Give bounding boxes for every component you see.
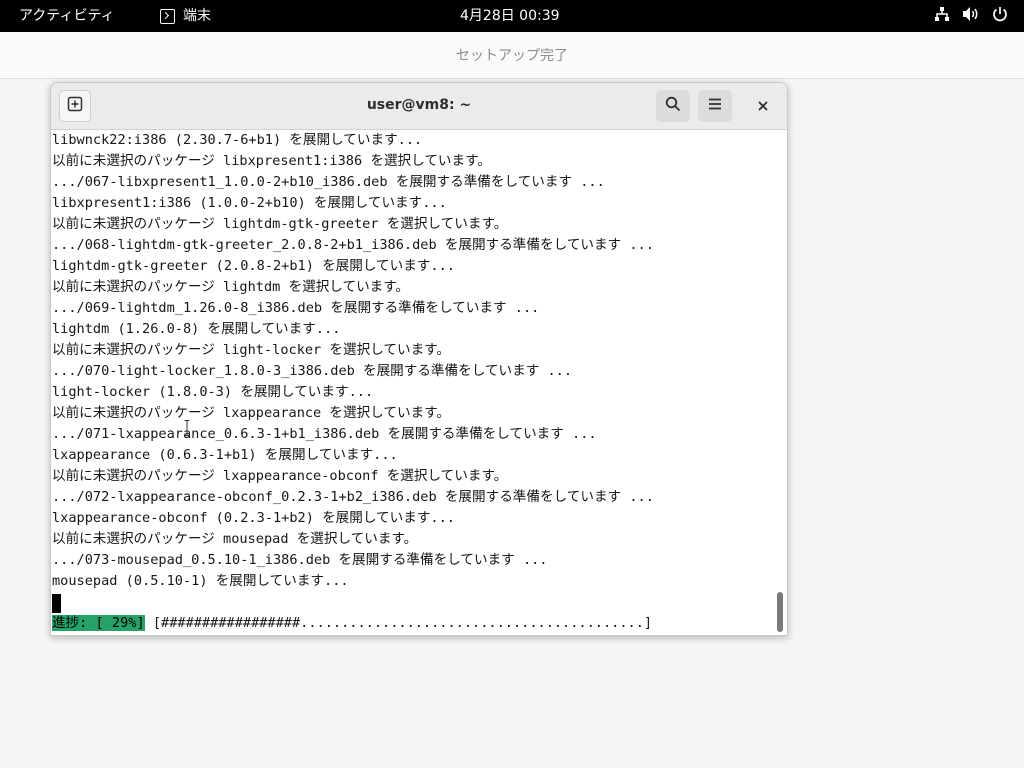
close-button[interactable] (748, 90, 778, 122)
terminal-line: lightdm (1.26.0-8) を展開しています... (52, 321, 341, 337)
terminal-output[interactable]: libwnck22:i386 (2.30.7-6+b1) を展開しています...… (51, 130, 773, 635)
setup-window-header: セットアップ完了 (0, 32, 1024, 79)
app-menu-label: 端末 (183, 8, 211, 24)
close-icon (757, 97, 769, 116)
clock[interactable]: 4月28日 00:39 (460, 7, 560, 25)
terminal-line: 以前に未選択のパッケージ lxappearance-obconf を選択していま… (52, 468, 508, 484)
progress-bar: [#################......................… (144, 615, 653, 631)
top-bar: アクティビティ 端末 4月28日 00:39 (0, 0, 1024, 32)
hamburger-menu-icon (707, 96, 723, 116)
terminal-line: libxpresent1:i386 (1.0.0-2+b10) を展開しています… (52, 195, 447, 211)
network-icon (934, 6, 950, 22)
search-button[interactable] (656, 90, 690, 122)
main-menu-button[interactable] (698, 90, 732, 122)
scrollbar-thumb[interactable] (777, 592, 783, 632)
terminal-headerbar[interactable]: user@vm8: ~ (51, 83, 787, 130)
terminal-line: 以前に未選択のパッケージ light-locker を選択しています。 (52, 342, 451, 358)
volume-icon (962, 6, 980, 22)
terminal-line: .../071-lxappearance_0.6.3-1+b1_i386.deb… (52, 426, 597, 442)
terminal-line: .../070-light-locker_1.8.0-3_i386.deb を展… (52, 363, 573, 379)
terminal-line: .../072-lxappearance-obconf_0.2.3-1+b2_i… (52, 489, 654, 505)
terminal-window[interactable]: user@vm8: ~ libwnck22:i386 (2.30.7-6+b1)… (50, 82, 788, 636)
terminal-line: lxappearance-obconf (0.2.3-1+b2) を展開していま… (52, 510, 455, 526)
power-icon (992, 6, 1008, 22)
terminal-line: mousepad (0.5.10-1) を展開しています... (52, 573, 349, 589)
terminal-line: 以前に未選択のパッケージ lxappearance を選択しています。 (52, 405, 451, 421)
progress-line: 進捗: [ 29%] [#################...........… (52, 613, 652, 634)
terminal-line: 以前に未選択のパッケージ lightdm を選択しています。 (52, 279, 410, 295)
progress-label: 進捗: [ 29%] (52, 615, 145, 631)
ibeam-cursor-icon (184, 420, 190, 436)
terminal-line: libwnck22:i386 (2.30.7-6+b1) を展開しています... (52, 132, 423, 148)
terminal-line: .../068-lightdm-gtk-greeter_2.0.8-2+b1_i… (52, 237, 654, 253)
system-menu[interactable] (934, 6, 1008, 22)
terminal-line: 以前に未選択のパッケージ mousepad を選択しています。 (52, 531, 418, 547)
terminal-line: light-locker (1.8.0-3) を展開しています... (52, 384, 374, 400)
terminal-line: .../069-lightdm_1.26.0-8_i386.deb を展開する準… (52, 300, 540, 316)
setup-window-title: セットアップ完了 (456, 48, 568, 64)
activities-button[interactable]: アクティビティ (19, 7, 115, 25)
terminal-line: .../073-mousepad_0.5.10-1_i386.deb を展開する… (52, 552, 548, 568)
app-menu[interactable]: 端末 (160, 7, 211, 25)
terminal-icon (160, 8, 175, 24)
terminal-line: 以前に未選択のパッケージ libxpresent1:i386 を選択しています。 (52, 153, 491, 169)
terminal-line: lxappearance (0.6.3-1+b1) を展開しています... (52, 447, 398, 463)
text-cursor (52, 594, 61, 613)
terminal-line: lightdm-gtk-greeter (2.0.8-2+b1) を展開していま… (52, 258, 455, 274)
terminal-line: 以前に未選択のパッケージ lightdm-gtk-greeter を選択していま… (52, 216, 508, 232)
search-icon (665, 96, 681, 116)
terminal-line: .../067-libxpresent1_1.0.0-2+b10_i386.de… (52, 174, 605, 190)
terminal-scrollbar[interactable] (775, 130, 787, 635)
